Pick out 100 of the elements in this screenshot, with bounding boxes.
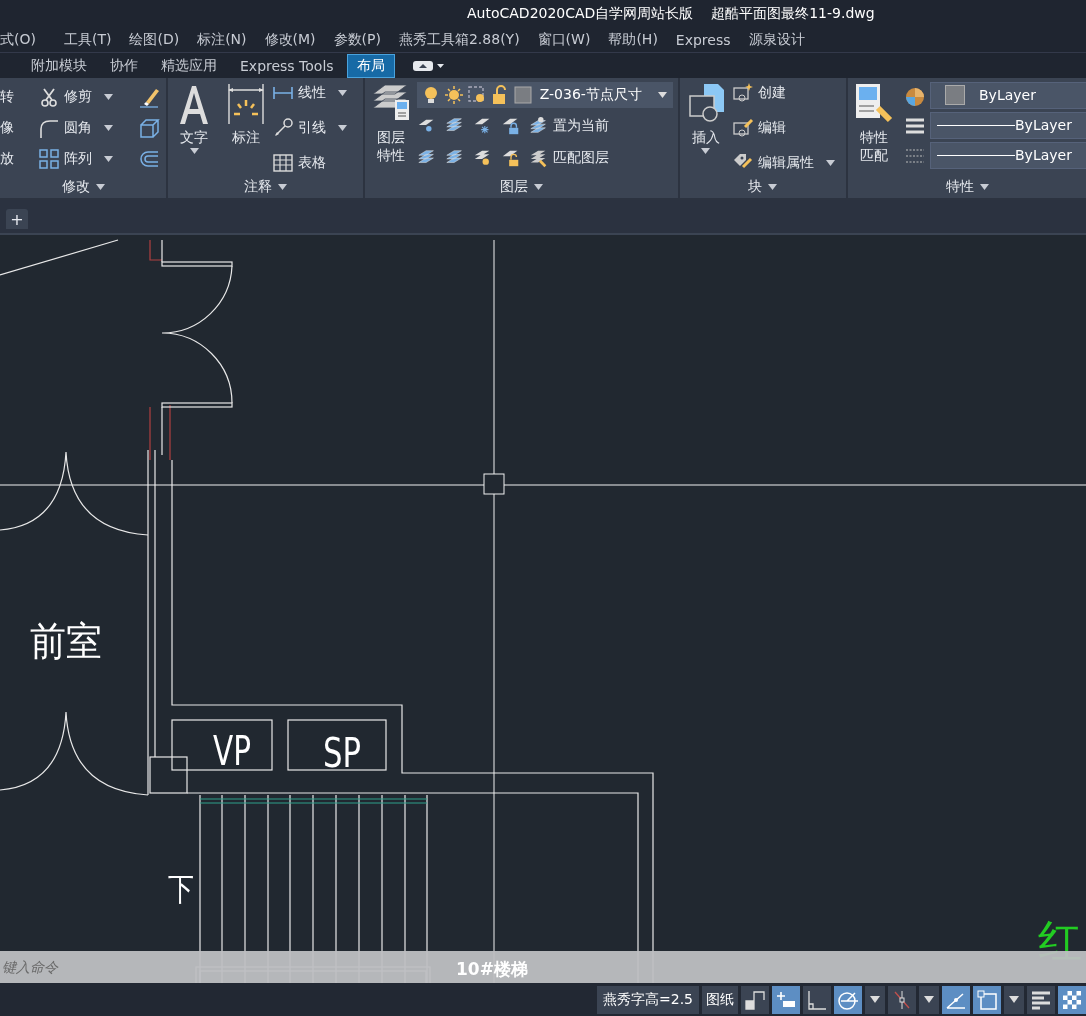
ribbon-tool[interactable]: 匹配图层	[528, 147, 609, 168]
paper-space-button[interactable]: 图纸	[702, 985, 738, 1014]
ribbon-tab[interactable]: 协作	[100, 53, 148, 78]
ribbon-tab[interactable]: 精选应用	[151, 53, 227, 78]
sun-icon	[443, 84, 464, 105]
caret-icon	[1009, 996, 1019, 1004]
menu-item[interactable]: 帮助(H)	[599, 30, 667, 49]
layer-stack-person-icon[interactable]	[528, 115, 549, 136]
caret-icon	[924, 996, 934, 1004]
caret-icon	[979, 184, 989, 190]
dropdown-button[interactable]	[865, 985, 885, 1014]
dropdown-button[interactable]	[919, 985, 939, 1014]
caret-icon	[870, 996, 880, 1004]
menu-item[interactable]: 标注(N)	[188, 30, 256, 49]
dropdown-button[interactable]	[1004, 985, 1024, 1014]
ribbon-tab[interactable]: 附加模块	[21, 53, 97, 78]
block-edit-icon[interactable]	[731, 116, 754, 139]
ortho-toggle[interactable]	[803, 985, 831, 1014]
ribbon-tool[interactable]: 编辑属性	[731, 151, 835, 174]
lineweight-display-toggle[interactable]	[1027, 985, 1055, 1014]
menu-item[interactable]: 工具(T)	[54, 30, 121, 49]
snap-grid-toggle[interactable]	[772, 985, 800, 1014]
box-icon[interactable]	[138, 117, 160, 140]
ribbon-large-button[interactable]: 图层特性	[364, 81, 417, 176]
polar-tracking-toggle[interactable]	[834, 985, 862, 1014]
panel-title[interactable]: 块	[679, 176, 846, 198]
ribbon-large-button[interactable]: 标注	[220, 81, 273, 176]
caret-icon	[533, 184, 543, 190]
ribbon-tool[interactable]: 阵列	[38, 148, 138, 171]
status-text: 燕秀字高=2.5	[597, 985, 699, 1014]
command-input[interactable]: 键入命令	[0, 958, 204, 977]
scissors-icon[interactable]	[38, 86, 60, 109]
room-label: 前室	[30, 618, 110, 665]
selection-box-icon	[976, 988, 998, 1011]
table-icon[interactable]	[272, 151, 295, 174]
ribbon-tool[interactable]: 放	[0, 150, 38, 169]
menu-item[interactable]: 式(O)	[0, 30, 45, 49]
window-title: AutoCAD2020CAD自学网周站长版 超酷平面图最终11-9.dwg	[467, 4, 875, 23]
menu-item[interactable]: 窗口(W)	[528, 30, 600, 49]
menu-item[interactable]: 绘图(D)	[120, 30, 189, 49]
ribbon-tab[interactable]: Express Tools	[230, 54, 344, 77]
panel-title[interactable]: 注释	[168, 176, 363, 198]
transparency-icon	[1061, 988, 1083, 1011]
ribbon-tool[interactable]: 编辑	[731, 116, 835, 139]
caret-icon[interactable]	[701, 148, 711, 154]
menu-item[interactable]: 参数(P)	[324, 30, 390, 49]
menu-item[interactable]: 修改(M)	[255, 30, 325, 49]
stair-label: 10#楼梯	[456, 958, 528, 982]
color-swatch	[945, 85, 965, 106]
grid-icon[interactable]	[38, 148, 60, 171]
caret-icon[interactable]	[825, 159, 835, 166]
ortho-icon	[806, 988, 828, 1011]
caret-icon[interactable]	[104, 125, 113, 132]
ribbon-large-button[interactable]: 特性匹配	[848, 81, 900, 176]
eraser-icon[interactable]	[138, 86, 160, 109]
block-create-icon[interactable]	[731, 81, 754, 104]
menu-item[interactable]: 源泉设计	[739, 30, 814, 49]
caret-icon	[657, 91, 667, 98]
panel-title[interactable]: 图层	[364, 176, 678, 198]
leader-icon[interactable]	[272, 116, 295, 139]
property-dropdown[interactable]: ByLayer	[930, 111, 1086, 139]
object-snap-tracking-toggle[interactable]	[888, 985, 916, 1014]
menu-item[interactable]: 燕秀工具箱2.88(Y)	[389, 30, 529, 49]
property-dropdown[interactable]: ByLayer	[930, 81, 1086, 109]
color-square-icon	[512, 84, 533, 105]
new-tab-button[interactable]: +	[6, 209, 28, 230]
ribbon-tool[interactable]: 圆角	[38, 117, 138, 140]
isometric-angle-toggle[interactable]	[942, 985, 970, 1014]
ribbon-tool[interactable]: 线性	[272, 81, 348, 104]
ribbon-large-button[interactable]: 插入	[679, 81, 732, 176]
caret-icon[interactable]	[189, 148, 199, 154]
panel-title[interactable]: 特性	[848, 176, 1086, 198]
ribbon-tool[interactable]: 置为当前	[528, 115, 609, 136]
menu-item[interactable]: Express	[666, 31, 740, 48]
layer-dropdown[interactable]: Z-036-节点尺寸	[416, 81, 673, 108]
ribbon-large-button[interactable]: 文字	[168, 81, 221, 176]
caret-icon	[95, 184, 105, 190]
property-dropdown[interactable]: ByLayer	[930, 141, 1086, 169]
caret-icon[interactable]	[104, 156, 113, 163]
dimension-icon	[226, 81, 267, 126]
color-wheel-icon[interactable]	[904, 85, 926, 108]
model-space-toggle[interactable]	[741, 985, 769, 1014]
equipment-label: SP	[323, 730, 373, 777]
ribbon-tool[interactable]: 像	[0, 119, 38, 138]
ribbon-tab[interactable]: 布局	[346, 53, 395, 78]
ribbon-tool[interactable]: 修剪	[38, 86, 138, 109]
stair-direction-label: 下	[168, 870, 200, 909]
ribbon-tool[interactable]: 转	[0, 88, 38, 107]
panel-title[interactable]: 修改	[0, 176, 167, 198]
caret-icon[interactable]	[338, 124, 348, 131]
ribbon-tool[interactable]: 引线	[272, 116, 348, 139]
caret-icon[interactable]	[104, 94, 113, 101]
fillet-icon[interactable]	[38, 117, 60, 140]
transparency-toggle[interactable]	[1058, 985, 1086, 1014]
caret-icon[interactable]	[338, 89, 348, 96]
ribbon-tool[interactable]: 创建	[731, 81, 835, 104]
equipment-label: VP	[213, 728, 265, 775]
caret-icon	[278, 184, 288, 190]
ribbon-tool[interactable]: 表格	[272, 151, 348, 174]
selection-box-toggle[interactable]	[973, 985, 1001, 1014]
